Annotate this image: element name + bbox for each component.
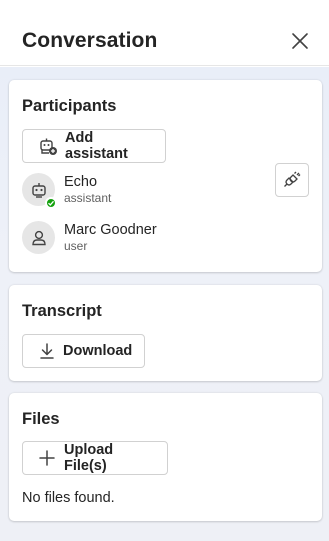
bot-add-icon xyxy=(38,136,58,156)
checkmark-icon xyxy=(48,200,54,206)
download-button[interactable]: Download xyxy=(22,334,145,368)
participant-name: Echo xyxy=(64,174,98,190)
avatar xyxy=(22,221,55,254)
participant-echo: Echo assistant xyxy=(22,173,312,209)
transcript-card: Transcript Download xyxy=(9,285,322,381)
panel-header: Conversation xyxy=(0,0,329,66)
person-icon xyxy=(31,230,46,245)
close-button[interactable] xyxy=(287,28,313,54)
participant-role: user xyxy=(64,239,88,253)
participants-title: Participants xyxy=(22,97,117,115)
upload-files-label: Upload File(s) xyxy=(63,442,114,474)
add-assistant-label: Add assistant xyxy=(65,130,128,162)
online-status-badge xyxy=(45,197,57,209)
upload-files-button[interactable]: Upload File(s) xyxy=(22,441,168,475)
participants-card: Participants Add assistant Echo assistan… xyxy=(9,80,322,272)
bot-icon xyxy=(31,182,46,198)
files-card: Files Upload File(s) No files found. xyxy=(9,393,322,521)
participant-role: assistant xyxy=(64,191,112,205)
download-label: Download xyxy=(63,343,133,359)
panel-content: Participants Add assistant Echo assistan… xyxy=(0,67,329,541)
participant-marc-goodner: Marc Goodner user xyxy=(22,221,312,257)
transcript-title: Transcript xyxy=(22,302,102,320)
disconnect-assistant-button[interactable] xyxy=(275,163,309,197)
plug-disconnected-icon xyxy=(284,171,301,187)
download-icon xyxy=(38,341,56,361)
files-title: Files xyxy=(22,410,60,428)
panel-title: Conversation xyxy=(22,29,158,52)
close-icon xyxy=(292,33,308,49)
add-assistant-button[interactable]: Add assistant xyxy=(22,129,166,163)
empty-files-text: No files found. xyxy=(22,490,115,506)
add-icon xyxy=(38,448,57,468)
participant-name: Marc Goodner xyxy=(64,222,157,238)
